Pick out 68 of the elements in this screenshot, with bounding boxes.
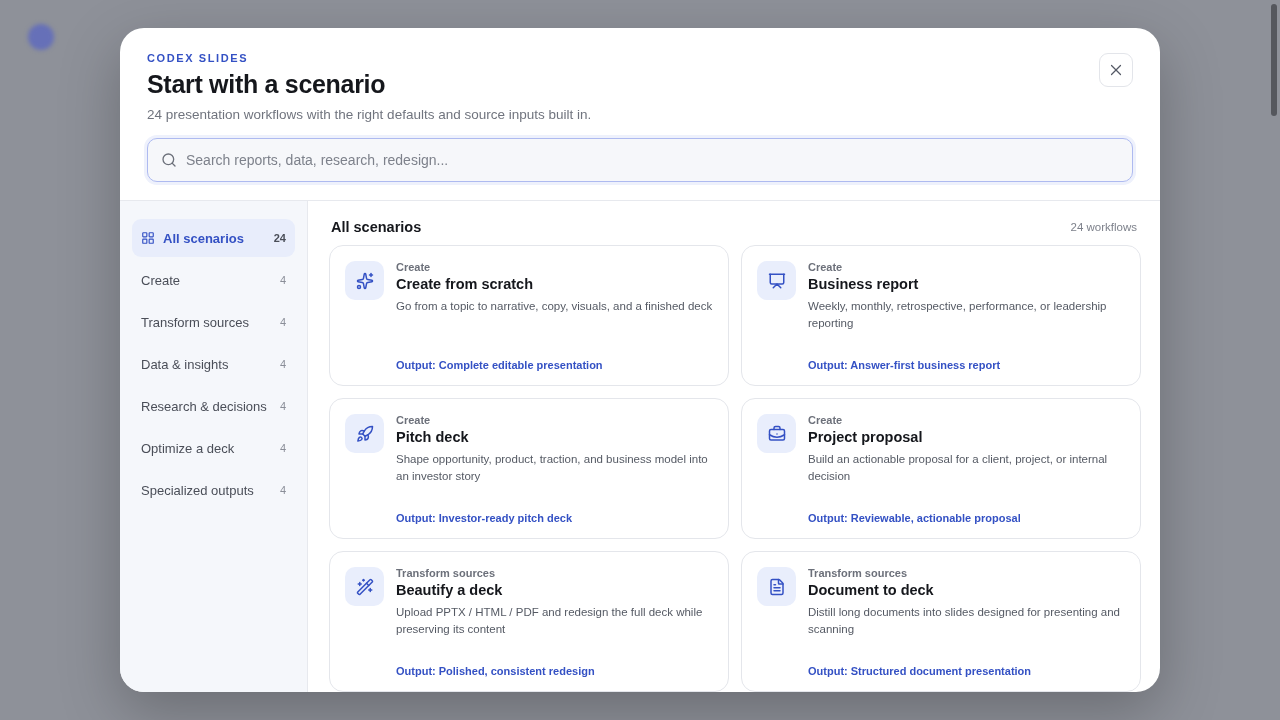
category-label: Data & insights	[141, 356, 230, 372]
card-output: Output: Polished, consistent redesign	[396, 665, 596, 677]
category-count: 4	[279, 274, 286, 286]
card-output: Output: Structured document presentation	[808, 665, 1033, 677]
category-item[interactable]: Optimize a deck 4	[132, 429, 295, 467]
workflow-count: 24 workflows	[1070, 221, 1137, 233]
dialog-eyebrow: CODEX SLIDES	[147, 52, 250, 64]
category-label: Specialized outputs	[141, 482, 255, 498]
search-icon	[161, 152, 177, 168]
category-count: 4	[279, 358, 286, 370]
dialog-title: Start with a scenario	[147, 70, 387, 99]
category-item[interactable]: Transform sources 4	[132, 303, 295, 341]
card-description: Distill long documents into slides designed for presenting and scanning	[808, 605, 1121, 637]
presentation-icon	[757, 261, 796, 300]
scenario-card[interactable]: Create Pitch deck Shape opportunity, product, traction, and business model into an investor story Output: Investor-ready pitch deck	[329, 398, 729, 539]
category-label: Transform sources	[141, 314, 250, 330]
scenario-card[interactable]: Create Business report Weekly, monthly, retrospective, performance, or leadership reporting Output: Answer-first business report	[741, 245, 1141, 386]
document-icon	[757, 567, 796, 606]
category-item[interactable]: Research & decisions 4	[132, 387, 295, 425]
sparkles-icon	[345, 261, 384, 300]
logo-icon	[28, 24, 54, 50]
category-item[interactable]: All scenarios 24	[132, 219, 295, 257]
scenario-card[interactable]: Transform sources Beautify a deck Upload PPTX / HTML / PDF and redesign the full deck while preserving its content Output: Polished, consistent redesign	[329, 551, 729, 692]
card-category: Create	[396, 414, 432, 426]
card-category: Create	[396, 261, 432, 273]
search-field[interactable]: Search reports, data, research, redesign...	[147, 138, 1133, 182]
scenario-card[interactable]: Create Create from scratch Go from a topic to narrative, copy, visuals, and a finished deck Output: Complete editable presentation	[329, 245, 729, 386]
card-title: Beautify a deck	[396, 582, 504, 598]
grid-icon	[141, 231, 155, 245]
category-label: Research & decisions	[141, 398, 268, 414]
rocket-icon	[345, 414, 384, 453]
card-output: Output: Reviewable, actionable proposal	[808, 512, 1022, 524]
category-item[interactable]: Create 4	[132, 261, 295, 299]
category-item[interactable]: Specialized outputs 4	[132, 471, 295, 509]
card-description: Go from a topic to narrative, copy, visuals, and a finished deck	[396, 299, 713, 314]
card-category: Create	[808, 261, 844, 273]
category-item[interactable]: Data & insights 4	[132, 345, 295, 383]
category-count: 4	[279, 316, 286, 328]
card-description: Build an actionable proposal for a client, project, or internal decision	[808, 452, 1109, 484]
category-count: 4	[279, 442, 286, 454]
card-description: Weekly, monthly, retrospective, performance, or leadership reporting	[808, 299, 1108, 331]
category-label: Optimize a deck	[141, 440, 236, 456]
card-description: Upload PPTX / HTML / PDF and redesign the full deck while preserving its content	[396, 605, 704, 637]
category-label: Create	[141, 272, 182, 288]
category-label: All scenarios	[163, 230, 245, 246]
dialog-subtitle: 24 presentation workflows with the right defaults and source inputs built in.	[147, 107, 593, 122]
card-output: Output: Answer-first business report	[808, 359, 1002, 371]
card-title: Project proposal	[808, 429, 924, 445]
magic-wand-icon	[345, 567, 384, 606]
card-output: Output: Investor-ready pitch deck	[396, 512, 574, 524]
card-title: Document to deck	[808, 582, 935, 598]
card-title: Create from scratch	[396, 276, 534, 292]
card-category: Create	[808, 414, 844, 426]
scenario-card[interactable]: Create Project proposal Build an actionable proposal for a client, project, or internal decision Output: Reviewable, actionable proposal	[741, 398, 1141, 539]
category-count: 4	[279, 484, 286, 496]
card-title: Pitch deck	[396, 429, 470, 445]
card-title: Business report	[808, 276, 920, 292]
scrollbar[interactable]	[1271, 4, 1277, 116]
briefcase-icon	[757, 414, 796, 453]
card-category: Transform sources	[808, 567, 909, 579]
scenario-card[interactable]: Transform sources Document to deck Distill long documents into slides designed for presenting and scanning Output: Structured document presentation	[741, 551, 1141, 692]
card-output: Output: Complete editable presentation	[396, 359, 604, 371]
category-count: 24	[273, 232, 286, 244]
close-button[interactable]	[1099, 53, 1133, 87]
category-count: 4	[279, 400, 286, 412]
section-heading: All scenarios	[331, 219, 422, 235]
card-description: Shape opportunity, product, traction, and business model into an investor story	[396, 452, 709, 484]
card-category: Transform sources	[396, 567, 497, 579]
